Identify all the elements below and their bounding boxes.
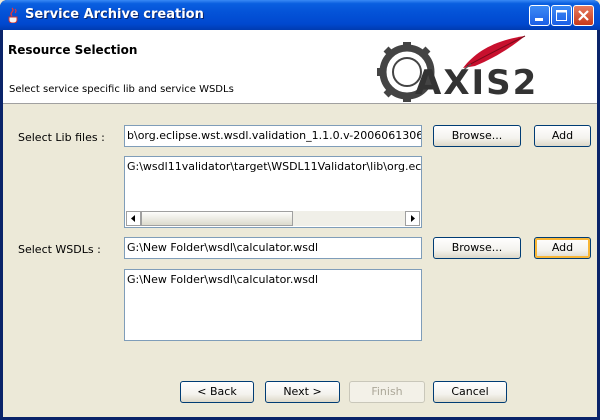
finish-button[interactable]: Finish [349, 381, 425, 403]
close-icon [578, 10, 589, 21]
scroll-left-button[interactable] [126, 211, 141, 226]
java-cup-icon [8, 7, 18, 23]
wsdls-label: Select WSDLs : [18, 243, 101, 256]
scrollbar-thumb[interactable] [141, 211, 293, 226]
lib-add-button[interactable]: Add [534, 125, 591, 147]
logo-text: AXIS2 [415, 63, 538, 102]
wizard-header: Resource Selection Select service specif… [3, 30, 597, 104]
wsdl-list[interactable]: G:\New Folder\wsdl\calculator.wsdl [124, 269, 422, 341]
lib-file-field[interactable]: b\org.eclipse.wst.wsdl.validation_1.1.0.… [124, 125, 422, 147]
arrow-left-icon [131, 215, 135, 222]
cancel-button[interactable]: Cancel [433, 381, 507, 403]
title-bar[interactable]: Service Archive creation [0, 0, 600, 30]
scroll-right-button[interactable] [405, 211, 420, 226]
lib-browse-button[interactable]: Browse... [433, 125, 521, 147]
dialog-window: Service Archive creation Resource Select… [0, 0, 600, 420]
back-button[interactable]: < Back [180, 381, 254, 403]
next-button[interactable]: Next > [265, 381, 340, 403]
wsdl-add-button[interactable]: Add [534, 237, 591, 259]
lib-files-list[interactable]: G:\wsdl11validator\target\WSDL11Validato… [124, 156, 422, 228]
arrow-right-icon [411, 215, 415, 222]
wsdl-file-field[interactable]: G:\New Folder\wsdl\calculator.wsdl [124, 237, 422, 259]
lib-files-label: Select Lib files : [18, 131, 105, 144]
maximize-icon [556, 10, 567, 21]
page-description: Select service specific lib and service … [9, 84, 234, 95]
list-item[interactable]: G:\New Folder\wsdl\calculator.wsdl [127, 273, 318, 286]
maximize-button[interactable] [551, 5, 572, 26]
close-button[interactable] [573, 5, 594, 26]
minimize-icon [535, 18, 543, 21]
dialog-content: Resource Selection Select service specif… [3, 30, 597, 417]
window-title: Service Archive creation [25, 7, 204, 22]
page-title: Resource Selection [8, 43, 138, 57]
horizontal-scrollbar[interactable] [126, 211, 420, 226]
wsdl-browse-button[interactable]: Browse... [433, 237, 521, 259]
axis2-logo: AXIS2 [377, 35, 538, 102]
minimize-button[interactable] [529, 5, 550, 26]
list-item[interactable]: G:\wsdl11validator\target\WSDL11Validato… [127, 160, 421, 173]
